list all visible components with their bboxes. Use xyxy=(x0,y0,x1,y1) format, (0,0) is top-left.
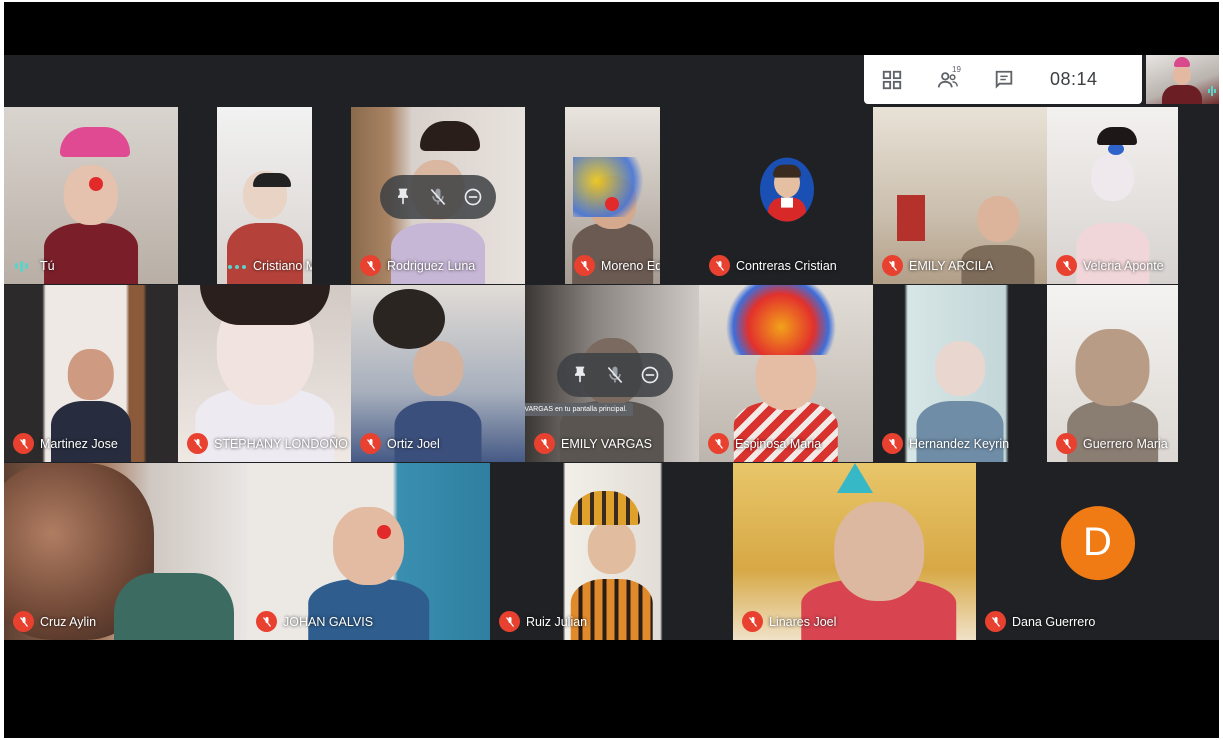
pin-button[interactable] xyxy=(565,359,594,391)
mic-muted-icon xyxy=(256,611,277,632)
participant-name: Espinosa Maria xyxy=(735,437,822,451)
participant-tile[interactable]: Hernandez Keyrin xyxy=(873,285,1047,462)
participant-tile[interactable]: Ortiz Joel xyxy=(351,285,525,462)
participant-name: Rodriguez Luna xyxy=(387,259,476,273)
participant-name: Ruiz Julian xyxy=(526,615,588,629)
participant-tile[interactable]: Cristiano Matias xyxy=(217,107,312,284)
mic-muted-icon xyxy=(882,255,903,276)
participant-name: Dana Guerrero xyxy=(1012,615,1096,629)
participant-tile[interactable]: Fija a EMILY VARGAS en tu pantalla princ… xyxy=(525,285,699,462)
participant-tile[interactable]: JOHAN GALVIS xyxy=(247,463,490,640)
mic-muted-icon xyxy=(708,433,729,454)
participant-name: Contreras Cristian xyxy=(736,259,837,273)
mic-muted-icon xyxy=(360,433,381,454)
participant-tile[interactable]: Contreras Cristian xyxy=(700,107,874,284)
mic-muted-icon xyxy=(1056,433,1077,454)
screen: Tú Cristiano Matias xyxy=(4,2,1219,738)
tile-hover-controls xyxy=(557,353,673,397)
mic-muted-icon xyxy=(985,611,1006,632)
remove-participant-button[interactable] xyxy=(459,181,488,213)
clock: 08:14 xyxy=(1050,69,1098,89)
mic-muted-icon xyxy=(742,611,763,632)
more-options-icon xyxy=(228,265,246,269)
mic-off-icon xyxy=(430,188,446,206)
mic-muted-icon xyxy=(13,611,34,632)
mute-participant-button[interactable] xyxy=(423,181,452,213)
mic-muted-icon xyxy=(187,433,208,454)
mic-muted-icon xyxy=(13,433,34,454)
participants-button[interactable]: 19 xyxy=(920,55,976,104)
participant-name: Martinez Jose xyxy=(40,437,118,451)
participant-name: Tú xyxy=(40,259,55,273)
grid-layout-icon xyxy=(882,70,902,89)
participant-name: Ortiz Joel xyxy=(387,437,440,451)
remove-icon xyxy=(464,188,482,206)
participant-tile[interactable]: EMILY ARCILA xyxy=(873,107,1047,284)
avatar xyxy=(760,157,814,222)
participant-tile[interactable]: Moreno Edwin xyxy=(565,107,660,284)
mic-muted-icon xyxy=(574,255,595,276)
remove-icon xyxy=(641,366,659,384)
participant-name: Guerrero Maria xyxy=(1083,437,1168,451)
participant-name: STEPHANY LONDOÑO xyxy=(214,437,348,451)
participant-tile[interactable]: Guerrero Maria xyxy=(1047,285,1178,462)
meeting-stage: Tú Cristiano Matias xyxy=(4,55,1219,640)
participant-name: Linares Joel xyxy=(769,615,837,629)
pin-tooltip: Fija a EMILY VARGAS en tu pantalla princ… xyxy=(525,403,633,416)
chat-icon xyxy=(995,70,1013,89)
participant-name: JOHAN GALVIS xyxy=(283,615,374,629)
speaking-indicator-icon xyxy=(15,260,31,272)
participant-tile[interactable]: D Dana Guerrero xyxy=(976,463,1219,640)
chat-button[interactable] xyxy=(976,55,1032,104)
participant-tile[interactable]: Espinosa Maria xyxy=(699,285,873,462)
self-view-thumbnail[interactable] xyxy=(1146,55,1219,104)
pin-button[interactable] xyxy=(388,181,417,213)
tile-hover-controls xyxy=(380,175,496,219)
participant-count: 19 xyxy=(952,65,961,74)
mic-muted-icon xyxy=(1056,255,1077,276)
participant-name: Cruz Aylin xyxy=(40,615,97,629)
participant-tile[interactable]: Martinez Jose xyxy=(4,285,178,462)
mic-muted-icon xyxy=(360,255,381,276)
remove-participant-button[interactable] xyxy=(636,359,665,391)
participant-tile[interactable]: Tú xyxy=(4,107,178,284)
mic-muted-icon xyxy=(534,433,555,454)
participant-tile[interactable]: Linares Joel xyxy=(733,463,976,640)
participant-tile[interactable]: Rodriguez Luna xyxy=(351,107,525,284)
participant-name: EMILY VARGAS xyxy=(561,437,653,451)
avatar: D xyxy=(1060,505,1135,580)
participant-tile[interactable]: Veleria Aponte xyxy=(1047,107,1178,284)
mic-muted-icon xyxy=(882,433,903,454)
participant-name: Cristiano Matias xyxy=(253,259,312,273)
participant-name: Hernandez Keyrin xyxy=(909,437,1010,451)
speaking-indicator-icon xyxy=(1208,86,1216,96)
participant-tile[interactable]: Cruz Aylin xyxy=(4,463,247,640)
mic-muted-icon xyxy=(499,611,520,632)
participant-name: Veleria Aponte xyxy=(1083,259,1164,273)
pin-icon xyxy=(397,188,408,205)
mic-muted-icon xyxy=(709,255,730,276)
pin-icon xyxy=(574,366,585,383)
mic-off-icon xyxy=(607,366,623,384)
participant-name: EMILY ARCILA xyxy=(909,259,994,273)
top-toolbar: 19 08:14 xyxy=(864,55,1142,104)
participant-tile[interactable]: STEPHANY LONDOÑO xyxy=(178,285,352,462)
participant-name: Moreno Edwin xyxy=(601,259,660,273)
layout-button[interactable] xyxy=(864,55,920,104)
participant-tile[interactable]: Ruiz Julian xyxy=(490,463,733,640)
mute-participant-button[interactable] xyxy=(600,359,629,391)
